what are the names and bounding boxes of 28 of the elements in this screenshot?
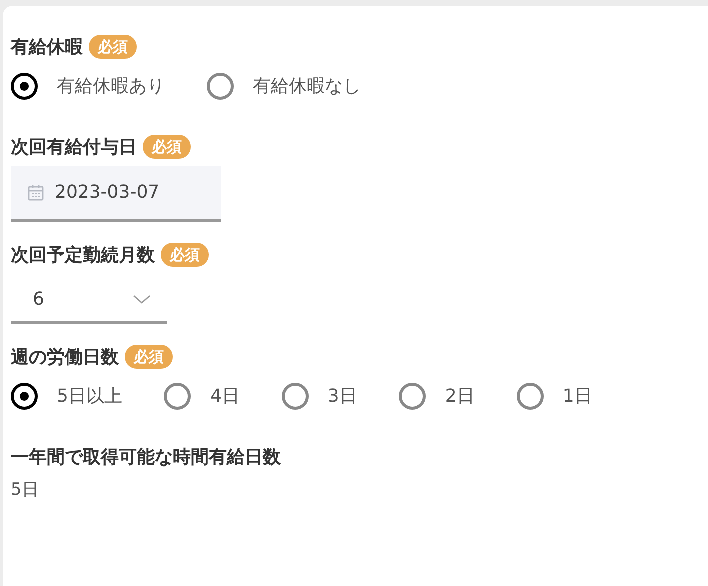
field-label: 一年間で取得可能な時間有給日数 [11,446,281,469]
chevron-down-icon [133,294,151,304]
radio-label[interactable]: 有給休暇なし [253,74,361,98]
date-field[interactable]: 2023-03-07 [11,166,221,222]
required-badge: 必須 [143,135,191,159]
radio-label[interactable]: 有給休暇あり [57,74,165,98]
field-value: 5日 [11,479,40,501]
select-field[interactable]: 6 [11,278,167,324]
radio-label[interactable]: 3日 [328,384,358,408]
radio-label[interactable]: 5日以上 [57,384,122,408]
radio-button[interactable] [282,382,309,410]
radio-button[interactable] [164,382,192,410]
radio-button[interactable] [207,72,234,100]
calendar-icon [27,184,45,202]
field-label: 週の労働日数 [11,346,119,369]
radio-label[interactable]: 2日 [445,384,475,408]
radio-label[interactable]: 1日 [562,384,592,408]
required-badge: 必須 [125,345,173,369]
radio-button[interactable] [11,382,38,410]
required-badge: 必須 [161,243,209,267]
radio-label[interactable]: 4日 [210,384,240,408]
required-badge: 必須 [89,35,137,59]
radio-button[interactable] [516,382,544,410]
radio-button[interactable] [399,382,426,410]
field-label: 次回有給付与日 [11,136,137,159]
field-label: 有給休暇 [11,36,83,59]
radio-button[interactable] [11,72,38,100]
field-label: 次回予定勤続月数 [11,244,155,267]
